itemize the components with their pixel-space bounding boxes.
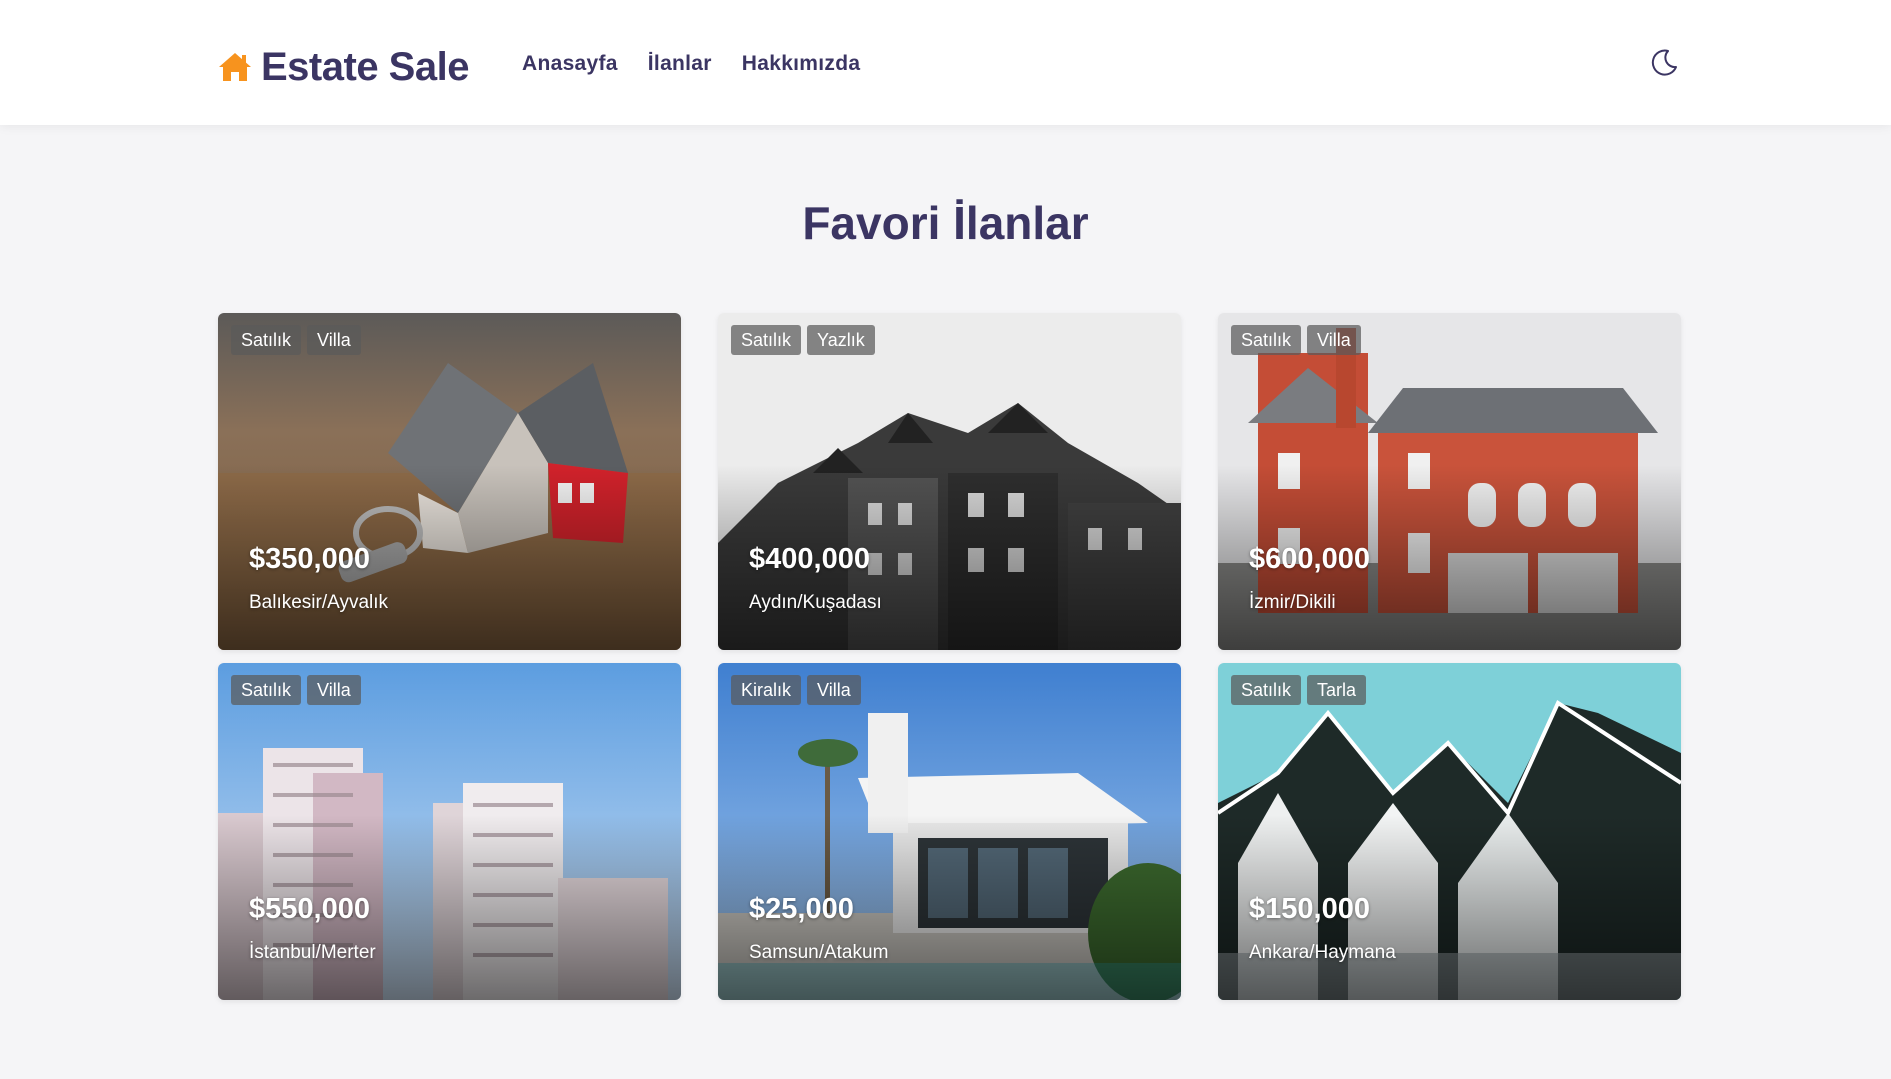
listing-location: Ankara/Haymana [1249,942,1396,963]
nav-listings[interactable]: İlanlar [648,52,712,76]
listing-location: Aydın/Kuşadası [749,592,882,613]
type-badge: Tarla [1307,675,1367,705]
listing-tags: Satılık Villa [231,325,361,355]
listing-card[interactable]: Satılık Villa $550,000 İstanbul/Merter [218,663,681,1000]
status-badge: Satılık [231,675,302,705]
status-badge: Satılık [231,325,302,355]
listing-location: İstanbul/Merter [249,942,376,963]
listing-card[interactable]: Kiralık Villa $25,000 Samsun/Atakum [718,663,1181,1000]
listing-location: İzmir/Dikili [1249,592,1336,613]
listing-tags: Satılık Villa [231,675,361,705]
listing-tags: Satılık Yazlık [731,325,875,355]
listing-price: $350,000 [249,543,370,575]
page-title: Favori İlanlar [802,197,1089,249]
listing-card[interactable]: Satılık Tarla $150,000 Ankara/Haymana [1218,663,1681,1000]
type-badge: Villa [807,675,861,705]
main-nav: Anasayfa İlanlar Hakkımızda [522,52,860,76]
listing-card[interactable]: Satılık Villa $600,000 İzmir/Dikili [1218,313,1681,650]
listing-tags: Kiralık Villa [731,675,861,705]
listing-price: $25,000 [749,893,854,925]
listing-price: $400,000 [749,543,870,575]
type-badge: Villa [307,675,361,705]
listing-price: $550,000 [249,893,370,925]
nav-about[interactable]: Hakkımızda [742,52,861,76]
site-header: Estate Sale Anasayfa İlanlar Hakkımızda [0,0,1891,125]
home-icon [219,53,251,81]
status-badge: Satılık [1231,325,1302,355]
listing-grid: Satılık Villa $350,000 Balıkesir/Ayvalık [218,313,1681,1000]
brand-name: Estate Sale [261,44,469,89]
listing-location: Balıkesir/Ayvalık [249,592,389,613]
type-badge: Villa [307,325,361,355]
status-badge: Satılık [731,325,802,355]
type-badge: Yazlık [807,325,875,355]
moon-icon[interactable] [1648,47,1680,79]
listing-location: Samsun/Atakum [749,942,889,963]
status-badge: Kiralık [731,675,802,705]
listing-price: $150,000 [1249,893,1370,925]
listing-card[interactable]: Satılık Yazlık $400,000 Aydın/Kuşadası [718,313,1181,650]
nav-home[interactable]: Anasayfa [522,52,618,76]
listing-card[interactable]: Satılık Villa $350,000 Balıkesir/Ayvalık [218,313,681,650]
listing-tags: Satılık Villa [1231,325,1361,355]
status-badge: Satılık [1231,675,1302,705]
listing-price: $600,000 [1249,543,1370,575]
listing-tags: Satılık Tarla [1231,675,1367,705]
type-badge: Villa [1307,325,1361,355]
brand-logo[interactable]: Estate Sale [217,44,469,90]
